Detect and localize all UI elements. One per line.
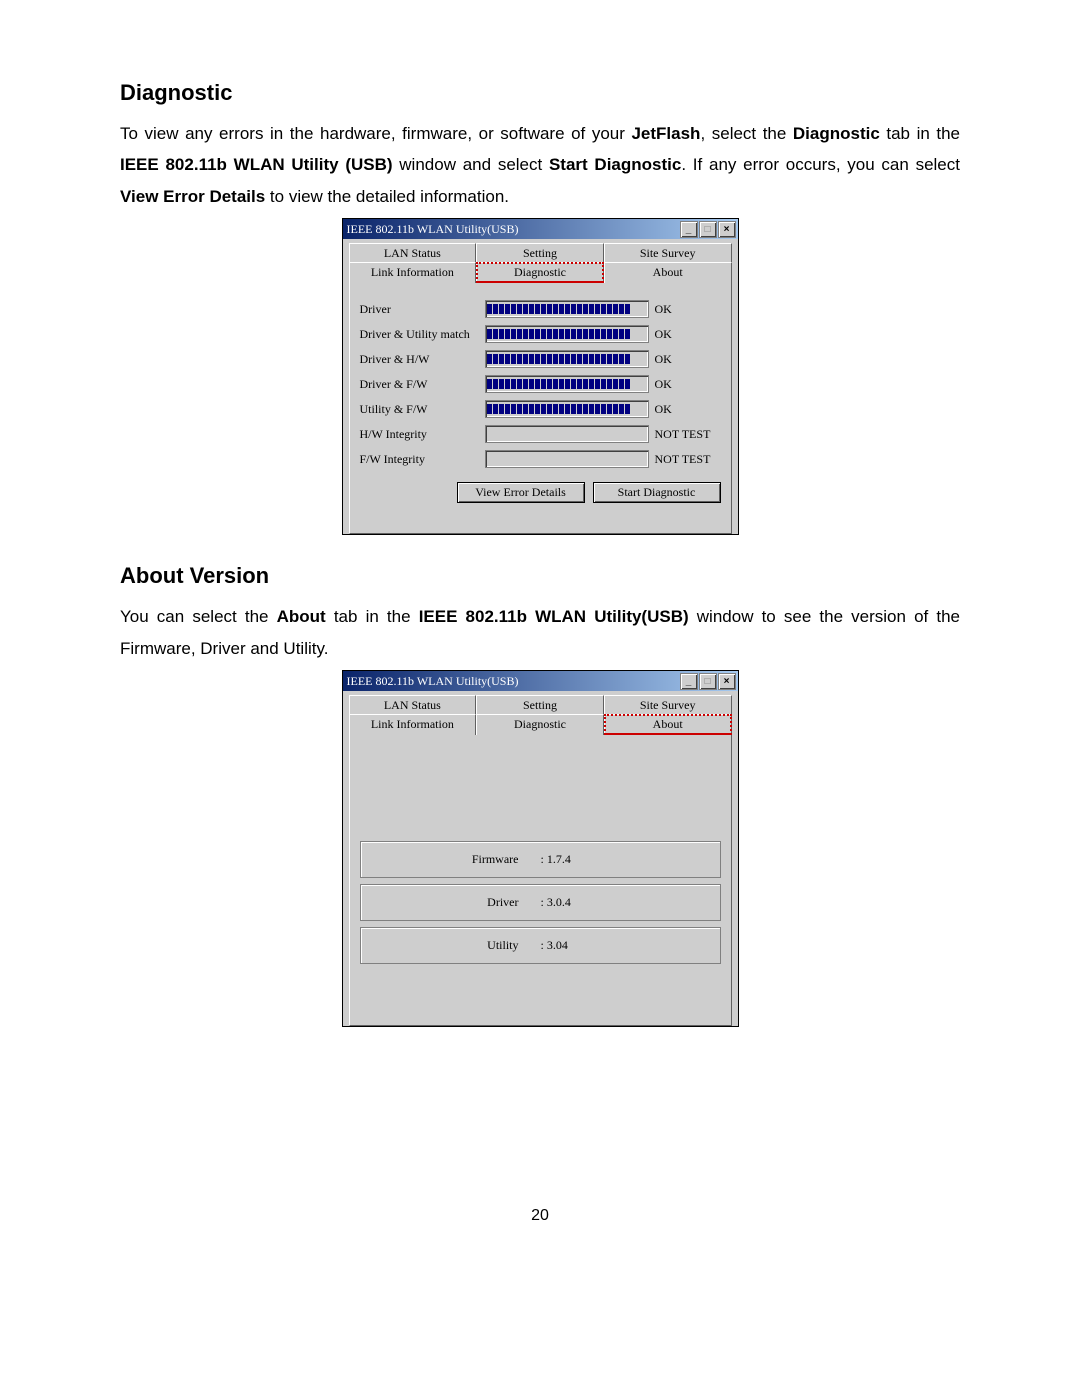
version-row-utility: Utility : 3.04: [360, 927, 721, 964]
view-error-details-button[interactable]: View Error Details: [457, 482, 585, 503]
progress-bar-empty: [485, 450, 649, 468]
diag-label: Utility & F/W: [360, 402, 485, 417]
text: tab in the: [880, 124, 960, 143]
tab-site-survey[interactable]: Site Survey: [604, 243, 732, 262]
version-row-driver: Driver : 3.0.4: [360, 884, 721, 921]
diag-label: F/W Integrity: [360, 452, 485, 467]
start-diagnostic-button[interactable]: Start Diagnostic: [593, 482, 721, 503]
text-bold: IEEE 802.11b WLAN Utility(USB): [419, 607, 689, 626]
maximize-button: □: [699, 221, 717, 238]
progress-bar: [485, 300, 649, 318]
tab-diagnostic[interactable]: Diagnostic: [476, 714, 604, 735]
window-title: IEEE 802.11b WLAN Utility(USB): [347, 222, 679, 237]
diagnostic-panel: Driver OK Driver & Utility match OK Driv…: [349, 283, 732, 534]
diag-row-ufw: Utility & F/W OK: [360, 400, 721, 418]
text-bold: View Error Details: [120, 187, 265, 206]
diag-row-fw: Driver & F/W OK: [360, 375, 721, 393]
about-panel: Firmware : 1.7.4 Driver : 3.0.4 Utility …: [349, 735, 732, 1026]
text-bold: Start Diagnostic: [549, 155, 681, 174]
tab-link-information[interactable]: Link Information: [349, 714, 477, 735]
text-bold: JetFlash: [631, 124, 700, 143]
text: tab in the: [326, 607, 419, 626]
text-bold: Diagnostic: [793, 124, 880, 143]
paragraph-diagnostic: To view any errors in the hardware, firm…: [120, 118, 960, 212]
text: To view any errors in the hardware, firm…: [120, 124, 631, 143]
page-number: 20: [120, 1207, 960, 1225]
text-bold: About: [277, 607, 326, 626]
progress-bar: [485, 375, 649, 393]
version-label: Utility: [369, 938, 541, 953]
diag-row-hwi: H/W Integrity NOT TEST: [360, 425, 721, 443]
titlebar[interactable]: IEEE 802.11b WLAN Utility(USB) _ □ ×: [343, 219, 738, 239]
diag-row-hw: Driver & H/W OK: [360, 350, 721, 368]
text-bold: IEEE 802.11b WLAN Utility (USB): [120, 155, 393, 174]
tab-lan-status[interactable]: LAN Status: [349, 243, 477, 262]
version-row-firmware: Firmware : 1.7.4: [360, 841, 721, 878]
tab-setting[interactable]: Setting: [476, 243, 604, 262]
diag-label: Driver & H/W: [360, 352, 485, 367]
minimize-button[interactable]: _: [680, 673, 698, 690]
text: to view the detailed information.: [265, 187, 509, 206]
progress-bar-empty: [485, 425, 649, 443]
text: window and select: [393, 155, 549, 174]
diag-status: OK: [655, 352, 715, 367]
diag-status: NOT TEST: [655, 452, 721, 467]
tab-about[interactable]: About: [604, 262, 732, 283]
progress-bar: [485, 325, 649, 343]
diag-label: Driver & F/W: [360, 377, 485, 392]
wlan-utility-window-diagnostic: IEEE 802.11b WLAN Utility(USB) _ □ × LAN…: [342, 218, 739, 535]
diag-status: OK: [655, 402, 715, 417]
version-label: Driver: [369, 895, 541, 910]
diag-status: OK: [655, 377, 715, 392]
text: You can select the: [120, 607, 277, 626]
tab-link-information[interactable]: Link Information: [349, 262, 477, 283]
titlebar[interactable]: IEEE 802.11b WLAN Utility(USB) _ □ ×: [343, 671, 738, 691]
diag-row-fwi: F/W Integrity NOT TEST: [360, 450, 721, 468]
maximize-button: □: [699, 673, 717, 690]
diag-label: H/W Integrity: [360, 427, 485, 442]
tab-diagnostic[interactable]: Diagnostic: [476, 262, 604, 283]
window-title: IEEE 802.11b WLAN Utility(USB): [347, 674, 679, 689]
version-value: : 3.04: [541, 938, 568, 953]
heading-diagnostic: Diagnostic: [120, 80, 960, 106]
diag-label: Driver: [360, 302, 485, 317]
version-value: : 3.0.4: [541, 895, 571, 910]
tab-about[interactable]: About: [604, 714, 732, 735]
heading-about-version: About Version: [120, 563, 960, 589]
tab-site-survey[interactable]: Site Survey: [604, 695, 732, 714]
paragraph-about-version: You can select the About tab in the IEEE…: [120, 601, 960, 664]
version-value: : 1.7.4: [541, 852, 571, 867]
tab-setting[interactable]: Setting: [476, 695, 604, 714]
version-label: Firmware: [369, 852, 541, 867]
close-button[interactable]: ×: [718, 673, 736, 690]
minimize-button[interactable]: _: [680, 221, 698, 238]
text: . If any error occurs, you can select: [681, 155, 960, 174]
diag-row-driver: Driver OK: [360, 300, 721, 318]
diag-row-match: Driver & Utility match OK: [360, 325, 721, 343]
progress-bar: [485, 400, 649, 418]
tab-lan-status[interactable]: LAN Status: [349, 695, 477, 714]
diag-status: OK: [655, 327, 715, 342]
close-button[interactable]: ×: [718, 221, 736, 238]
progress-bar: [485, 350, 649, 368]
text: , select the: [700, 124, 792, 143]
diag-label: Driver & Utility match: [360, 327, 485, 342]
diag-status: NOT TEST: [655, 427, 721, 442]
diag-status: OK: [655, 302, 715, 317]
wlan-utility-window-about: IEEE 802.11b WLAN Utility(USB) _ □ × LAN…: [342, 670, 739, 1027]
